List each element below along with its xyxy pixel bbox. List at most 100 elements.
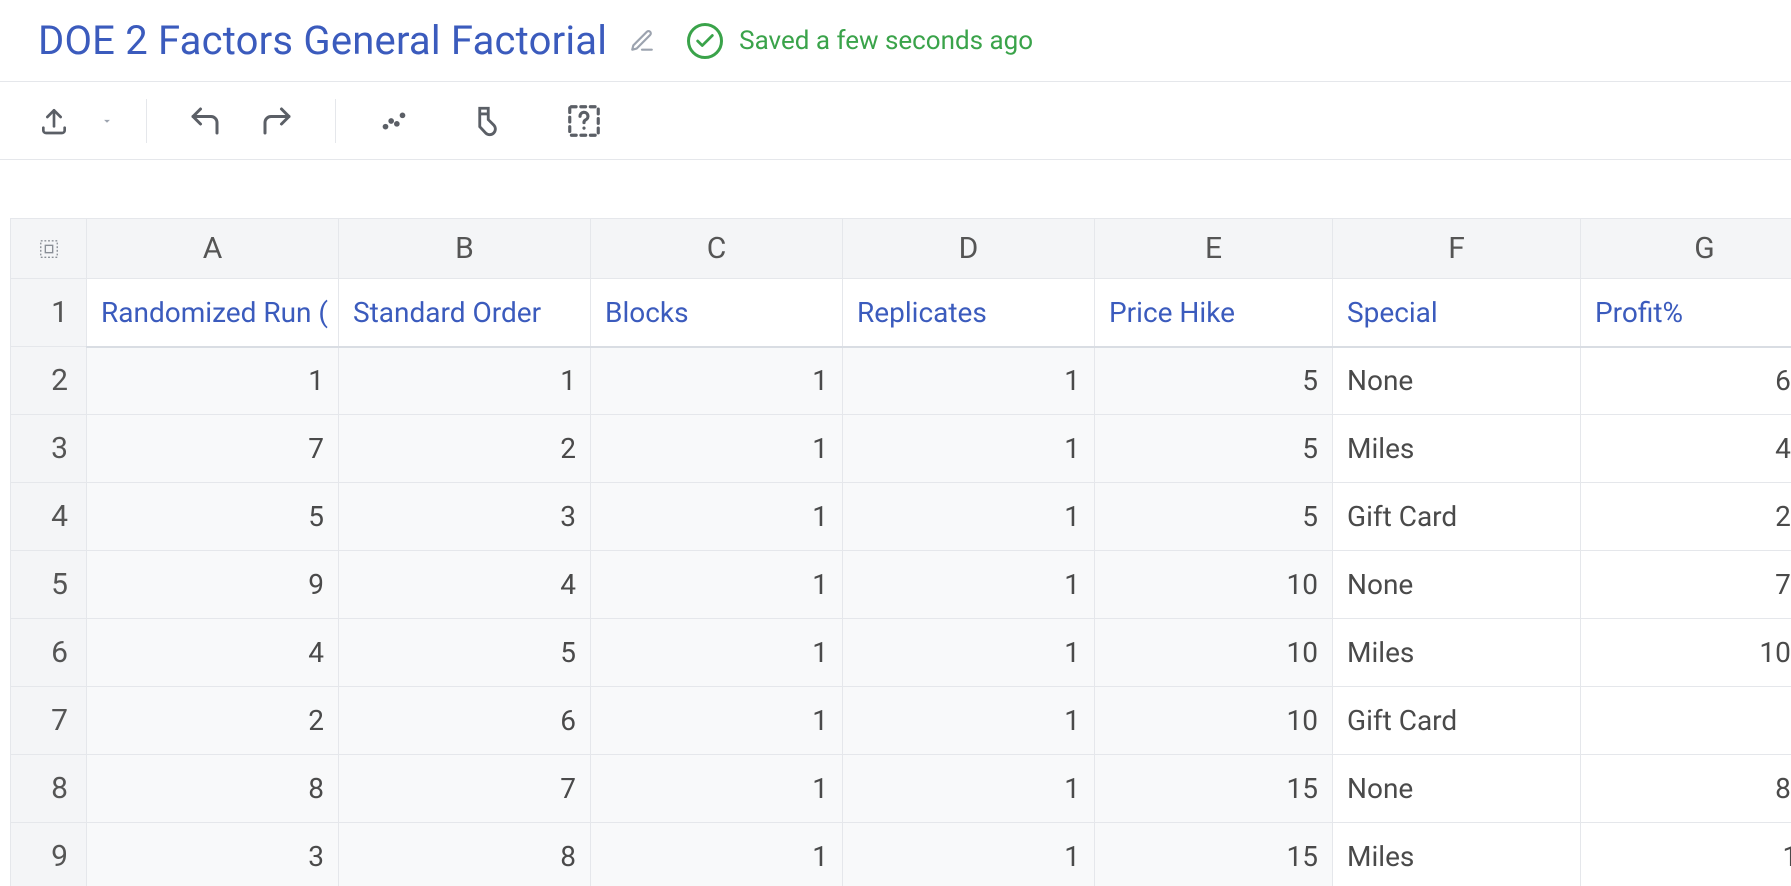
- cell[interactable]: 1: [843, 415, 1095, 483]
- cell[interactable]: 10: [1095, 551, 1333, 619]
- row-header-8[interactable]: 8: [11, 755, 87, 823]
- edit-title-icon[interactable]: [629, 28, 655, 54]
- cell[interactable]: 1: [843, 823, 1095, 886]
- cell[interactable]: 10: [1095, 619, 1333, 687]
- row-header-4[interactable]: 4: [11, 483, 87, 551]
- field-name-cell[interactable]: Replicates: [843, 279, 1095, 347]
- column-header-G[interactable]: G: [1581, 219, 1791, 279]
- cell[interactable]: 1: [843, 687, 1095, 755]
- cell[interactable]: 2.4: [1581, 483, 1791, 551]
- cell[interactable]: 10: [1095, 687, 1333, 755]
- table-row: 372115Miles4.6: [11, 415, 1791, 483]
- header-row: 1 Randomized Run ( Standard Order Blocks…: [11, 279, 1791, 347]
- cell[interactable]: 2: [87, 687, 339, 755]
- cell[interactable]: 3: [87, 823, 339, 886]
- cell[interactable]: None: [1333, 551, 1581, 619]
- cell[interactable]: 4: [87, 619, 339, 687]
- column-header-D[interactable]: D: [843, 219, 1095, 279]
- cell[interactable]: 1: [843, 755, 1095, 823]
- cell[interactable]: 1: [591, 483, 843, 551]
- row-header-1[interactable]: 1: [11, 279, 87, 347]
- cell[interactable]: Gift Card: [1333, 687, 1581, 755]
- cell[interactable]: Miles: [1333, 823, 1581, 886]
- share-dropdown[interactable]: [94, 114, 120, 128]
- cell[interactable]: 15: [1095, 755, 1333, 823]
- cell[interactable]: 7: [339, 755, 591, 823]
- cell[interactable]: None: [1333, 755, 1581, 823]
- cell[interactable]: 4.6: [1581, 415, 1791, 483]
- column-header-C[interactable]: C: [591, 219, 843, 279]
- select-all-corner[interactable]: [11, 219, 87, 279]
- cell[interactable]: 5: [87, 483, 339, 551]
- cell[interactable]: 15: [1095, 823, 1333, 886]
- document-title[interactable]: DOE 2 Factors General Factorial: [38, 17, 607, 64]
- cell[interactable]: 4: [339, 551, 591, 619]
- cell[interactable]: 5: [1095, 483, 1333, 551]
- cell[interactable]: 1: [843, 551, 1095, 619]
- cell[interactable]: 9: [87, 551, 339, 619]
- toolbar-separator: [335, 99, 336, 143]
- insert-chart-button[interactable]: [362, 91, 426, 151]
- cell[interactable]: 3: [339, 483, 591, 551]
- cell[interactable]: 5: [1095, 347, 1333, 415]
- row-header-3[interactable]: 3: [11, 415, 87, 483]
- distribution-tool-button[interactable]: [452, 91, 516, 151]
- cell[interactable]: 5: [1095, 415, 1333, 483]
- cell[interactable]: 1: [591, 551, 843, 619]
- row-header-5[interactable]: 5: [11, 551, 87, 619]
- spacer-strip: [0, 160, 1791, 218]
- cell[interactable]: 1: [843, 483, 1095, 551]
- cell[interactable]: 6.8: [1581, 347, 1791, 415]
- sock-icon: [467, 104, 501, 138]
- column-header-E[interactable]: E: [1095, 219, 1333, 279]
- cell[interactable]: 1: [843, 347, 1095, 415]
- redo-button[interactable]: [245, 91, 309, 151]
- cell[interactable]: 1: [591, 755, 843, 823]
- cell[interactable]: 8: [339, 823, 591, 886]
- row-header-7[interactable]: 7: [11, 687, 87, 755]
- row-header-6[interactable]: 6: [11, 619, 87, 687]
- field-name-cell[interactable]: Profit%: [1581, 279, 1791, 347]
- cell[interactable]: 2: [339, 415, 591, 483]
- cell[interactable]: 7: [87, 415, 339, 483]
- cell[interactable]: 6: [339, 687, 591, 755]
- column-header-B[interactable]: B: [339, 219, 591, 279]
- field-name-cell[interactable]: Randomized Run (: [87, 279, 339, 347]
- table-row: 8871115None8.8: [11, 755, 1791, 823]
- cell[interactable]: 10: [1581, 823, 1791, 886]
- cell[interactable]: 8: [87, 755, 339, 823]
- cell[interactable]: 8.8: [1581, 755, 1791, 823]
- row-header-9[interactable]: 9: [11, 823, 87, 886]
- cell[interactable]: 1: [843, 619, 1095, 687]
- spreadsheet[interactable]: A B C D E F G 1 Randomized Run ( Standar…: [0, 218, 1791, 886]
- cell[interactable]: 7.2: [1581, 551, 1791, 619]
- column-header-F[interactable]: F: [1333, 219, 1581, 279]
- cell[interactable]: 1: [591, 823, 843, 886]
- cell[interactable]: 1: [87, 347, 339, 415]
- cell[interactable]: 10.8: [1581, 619, 1791, 687]
- row-header-2[interactable]: 2: [11, 347, 87, 415]
- cell[interactable]: 1: [591, 619, 843, 687]
- missing-data-tool-button[interactable]: [552, 91, 616, 151]
- table-row: 6451110Miles10.8: [11, 619, 1791, 687]
- cell[interactable]: Miles: [1333, 415, 1581, 483]
- field-name-cell[interactable]: Special: [1333, 279, 1581, 347]
- cell[interactable]: Gift Card: [1333, 483, 1581, 551]
- cell[interactable]: 5: [339, 619, 591, 687]
- field-name-cell[interactable]: Price Hike: [1095, 279, 1333, 347]
- table-row: 453115Gift Card2.4: [11, 483, 1791, 551]
- cell[interactable]: 6: [1581, 687, 1791, 755]
- cell[interactable]: 1: [339, 347, 591, 415]
- share-icon: [38, 105, 70, 137]
- cell[interactable]: None: [1333, 347, 1581, 415]
- column-header-A[interactable]: A: [87, 219, 339, 279]
- share-button[interactable]: [22, 91, 86, 151]
- undo-button[interactable]: [173, 91, 237, 151]
- cell[interactable]: 1: [591, 687, 843, 755]
- field-name-cell[interactable]: Standard Order: [339, 279, 591, 347]
- cell[interactable]: Miles: [1333, 619, 1581, 687]
- cell[interactable]: 1: [591, 347, 843, 415]
- data-grid[interactable]: A B C D E F G 1 Randomized Run ( Standar…: [10, 218, 1791, 886]
- cell[interactable]: 1: [591, 415, 843, 483]
- field-name-cell[interactable]: Blocks: [591, 279, 843, 347]
